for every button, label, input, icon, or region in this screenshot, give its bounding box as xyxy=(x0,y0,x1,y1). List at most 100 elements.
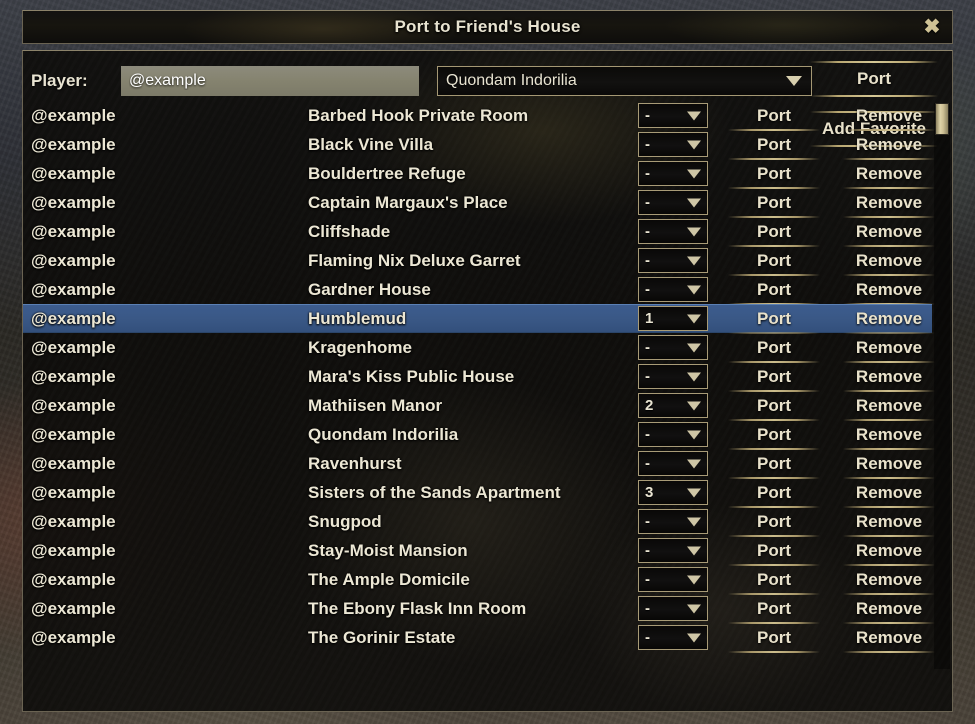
scrollbar-thumb[interactable] xyxy=(935,103,949,135)
row-slot-dropdown[interactable]: - xyxy=(638,567,708,592)
row-slot-dropdown[interactable]: 3 xyxy=(638,480,708,505)
row-slot-dropdown[interactable]: - xyxy=(638,625,708,650)
row-remove-button[interactable]: Remove xyxy=(837,392,941,421)
table-row[interactable]: @example Barbed Hook Private Room - Port Rem… xyxy=(23,101,952,131)
table-row[interactable]: @example Flaming Nix Deluxe Garret - Port Re… xyxy=(23,246,952,276)
row-port-button[interactable]: Port xyxy=(722,479,826,508)
close-icon[interactable]: ✖ xyxy=(920,15,944,39)
row-player-name: @example xyxy=(31,482,116,502)
row-port-cell: Port xyxy=(718,276,830,305)
row-slot-dropdown[interactable]: - xyxy=(638,132,708,157)
row-remove-button[interactable]: Remove xyxy=(837,160,941,189)
row-slot-dropdown[interactable]: 1 xyxy=(638,306,708,331)
table-row[interactable]: @example Sisters of the Sands Apartment 3 P… xyxy=(23,478,952,508)
table-row[interactable]: @example Snugpod - Port Remove xyxy=(23,507,952,537)
row-slot-dropdown[interactable]: - xyxy=(638,509,708,534)
row-remove-button[interactable]: Remove xyxy=(837,479,941,508)
table-row[interactable]: @example Ravenhurst - Port Remove xyxy=(23,449,952,479)
row-port-cell: Port xyxy=(718,189,830,218)
row-port-button[interactable]: Port xyxy=(722,363,826,392)
table-row[interactable]: @example Humblemud 1 Port Remove xyxy=(23,304,952,334)
row-port-button[interactable]: Port xyxy=(722,276,826,305)
row-port-cell: Port xyxy=(718,421,830,450)
row-remove-button[interactable]: Remove xyxy=(837,334,941,363)
row-remove-cell: Remove xyxy=(830,595,948,624)
row-slot-value: - xyxy=(645,542,650,559)
table-row[interactable]: @example Kragenhome - Port Remove xyxy=(23,333,952,363)
row-port-button[interactable]: Port xyxy=(722,392,826,421)
row-slot-cell: - xyxy=(638,132,718,157)
player-input[interactable] xyxy=(121,66,419,96)
row-remove-button[interactable]: Remove xyxy=(837,305,941,334)
chevron-down-icon xyxy=(687,111,701,120)
row-remove-cell: Remove xyxy=(830,305,948,334)
row-port-button[interactable]: Port xyxy=(722,537,826,566)
row-slot-dropdown[interactable]: - xyxy=(638,364,708,389)
row-port-button[interactable]: Port xyxy=(722,334,826,363)
row-port-button[interactable]: Port xyxy=(722,131,826,160)
row-port-button[interactable]: Port xyxy=(722,595,826,624)
row-port-button[interactable]: Port xyxy=(722,160,826,189)
row-slot-cell: - xyxy=(638,190,718,215)
row-remove-button[interactable]: Remove xyxy=(837,363,941,392)
table-row[interactable]: @example The Ample Domicile - Port Remove xyxy=(23,565,952,595)
row-remove-button[interactable]: Remove xyxy=(837,624,941,653)
row-remove-button[interactable]: Remove xyxy=(837,537,941,566)
row-player-name: @example xyxy=(31,569,116,589)
row-slot-dropdown[interactable]: - xyxy=(638,538,708,563)
row-remove-button[interactable]: Remove xyxy=(837,131,941,160)
table-row[interactable]: @example The Ebony Flask Inn Room - Port Rem… xyxy=(23,594,952,624)
table-row[interactable]: @example Black Vine Villa - Port Remove xyxy=(23,130,952,160)
row-slot-dropdown[interactable]: - xyxy=(638,451,708,476)
table-row[interactable]: @example The Gorinir Estate - Port Remove xyxy=(23,623,952,653)
row-slot-dropdown[interactable]: - xyxy=(638,596,708,621)
table-row[interactable]: @example Stay-Moist Mansion - Port Remove xyxy=(23,536,952,566)
row-port-button[interactable]: Port xyxy=(722,450,826,479)
table-row[interactable]: @example Mara's Kiss Public House - Port Rem… xyxy=(23,362,952,392)
row-slot-dropdown[interactable]: - xyxy=(638,335,708,360)
row-slot-dropdown[interactable]: - xyxy=(638,277,708,302)
row-remove-button[interactable]: Remove xyxy=(837,566,941,595)
row-remove-button[interactable]: Remove xyxy=(837,189,941,218)
row-port-button[interactable]: Port xyxy=(722,305,826,334)
row-remove-button[interactable]: Remove xyxy=(837,276,941,305)
row-remove-button[interactable]: Remove xyxy=(837,595,941,624)
table-row[interactable]: @example Quondam Indorilia - Port Remove xyxy=(23,420,952,450)
row-player-name: @example xyxy=(31,221,116,241)
row-slot-dropdown[interactable]: 2 xyxy=(638,393,708,418)
row-slot-dropdown[interactable]: - xyxy=(638,190,708,215)
row-player-name: @example xyxy=(31,540,116,560)
house-select[interactable]: Quondam Indorilia xyxy=(437,66,812,96)
row-slot-dropdown[interactable]: - xyxy=(638,103,708,128)
row-remove-button[interactable]: Remove xyxy=(837,450,941,479)
table-row[interactable]: @example Gardner House - Port Remove xyxy=(23,275,952,305)
row-remove-button[interactable]: Remove xyxy=(837,508,941,537)
row-remove-button[interactable]: Remove xyxy=(837,102,941,131)
row-port-button[interactable]: Port xyxy=(722,421,826,450)
row-port-button[interactable]: Port xyxy=(722,102,826,131)
row-slot-dropdown[interactable]: - xyxy=(638,219,708,244)
row-slot-dropdown[interactable]: - xyxy=(638,248,708,273)
table-row[interactable]: @example Bouldertree Refuge - Port Remove xyxy=(23,159,952,189)
row-slot-dropdown[interactable]: - xyxy=(638,422,708,447)
row-remove-button[interactable]: Remove xyxy=(837,247,941,276)
row-slot-dropdown[interactable]: - xyxy=(638,161,708,186)
row-remove-button[interactable]: Remove xyxy=(837,421,941,450)
row-port-button[interactable]: Port xyxy=(722,189,826,218)
row-player-name: @example xyxy=(31,511,116,531)
row-player-name: @example xyxy=(31,337,116,357)
row-house-name: Kragenhome xyxy=(308,337,412,357)
row-port-button[interactable]: Port xyxy=(722,218,826,247)
chevron-down-icon xyxy=(687,430,701,439)
row-port-button[interactable]: Port xyxy=(722,624,826,653)
row-port-button[interactable]: Port xyxy=(722,247,826,276)
table-row[interactable]: @example Cliffshade - Port Remove xyxy=(23,217,952,247)
row-port-button[interactable]: Port xyxy=(722,566,826,595)
table-row[interactable]: @example Captain Margaux's Place - Port Remo… xyxy=(23,188,952,218)
row-remove-button[interactable]: Remove xyxy=(837,218,941,247)
port-button[interactable]: Port xyxy=(806,61,942,97)
list-scrollbar[interactable] xyxy=(934,103,950,669)
row-remove-cell: Remove xyxy=(830,247,948,276)
row-port-button[interactable]: Port xyxy=(722,508,826,537)
table-row[interactable]: @example Mathiisen Manor 2 Port Remove xyxy=(23,391,952,421)
